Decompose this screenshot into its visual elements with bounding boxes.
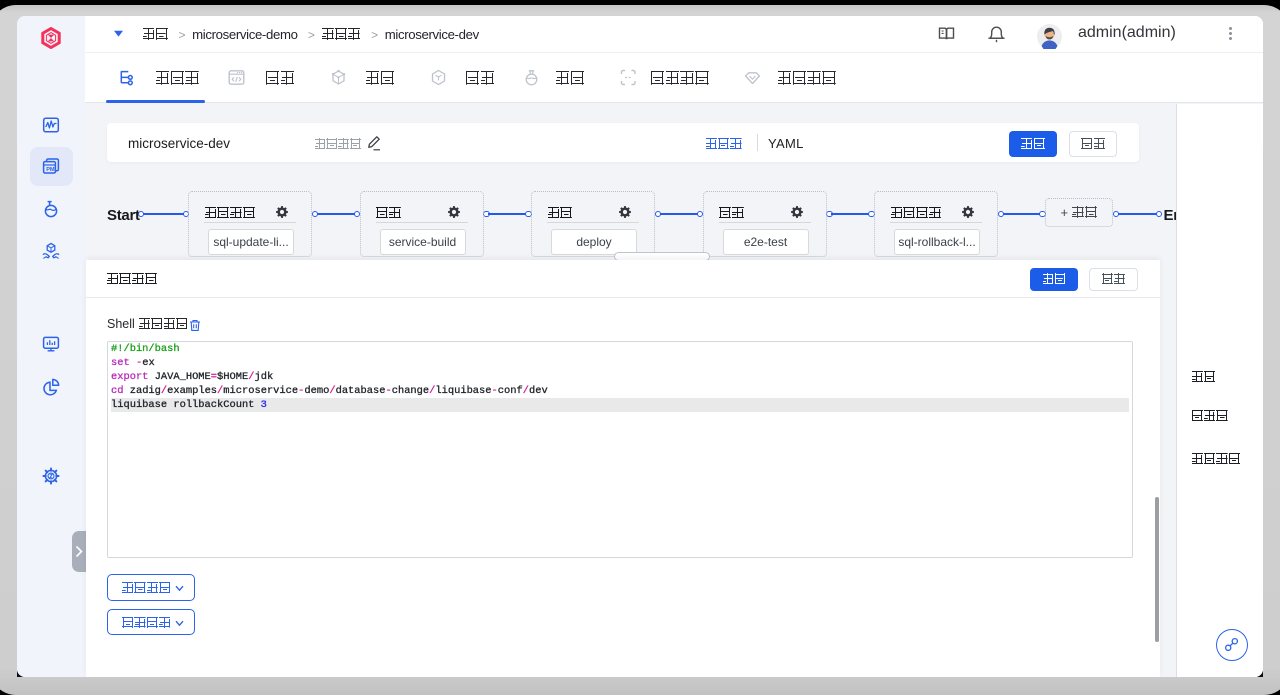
- svg-text:PM: PM: [46, 167, 55, 173]
